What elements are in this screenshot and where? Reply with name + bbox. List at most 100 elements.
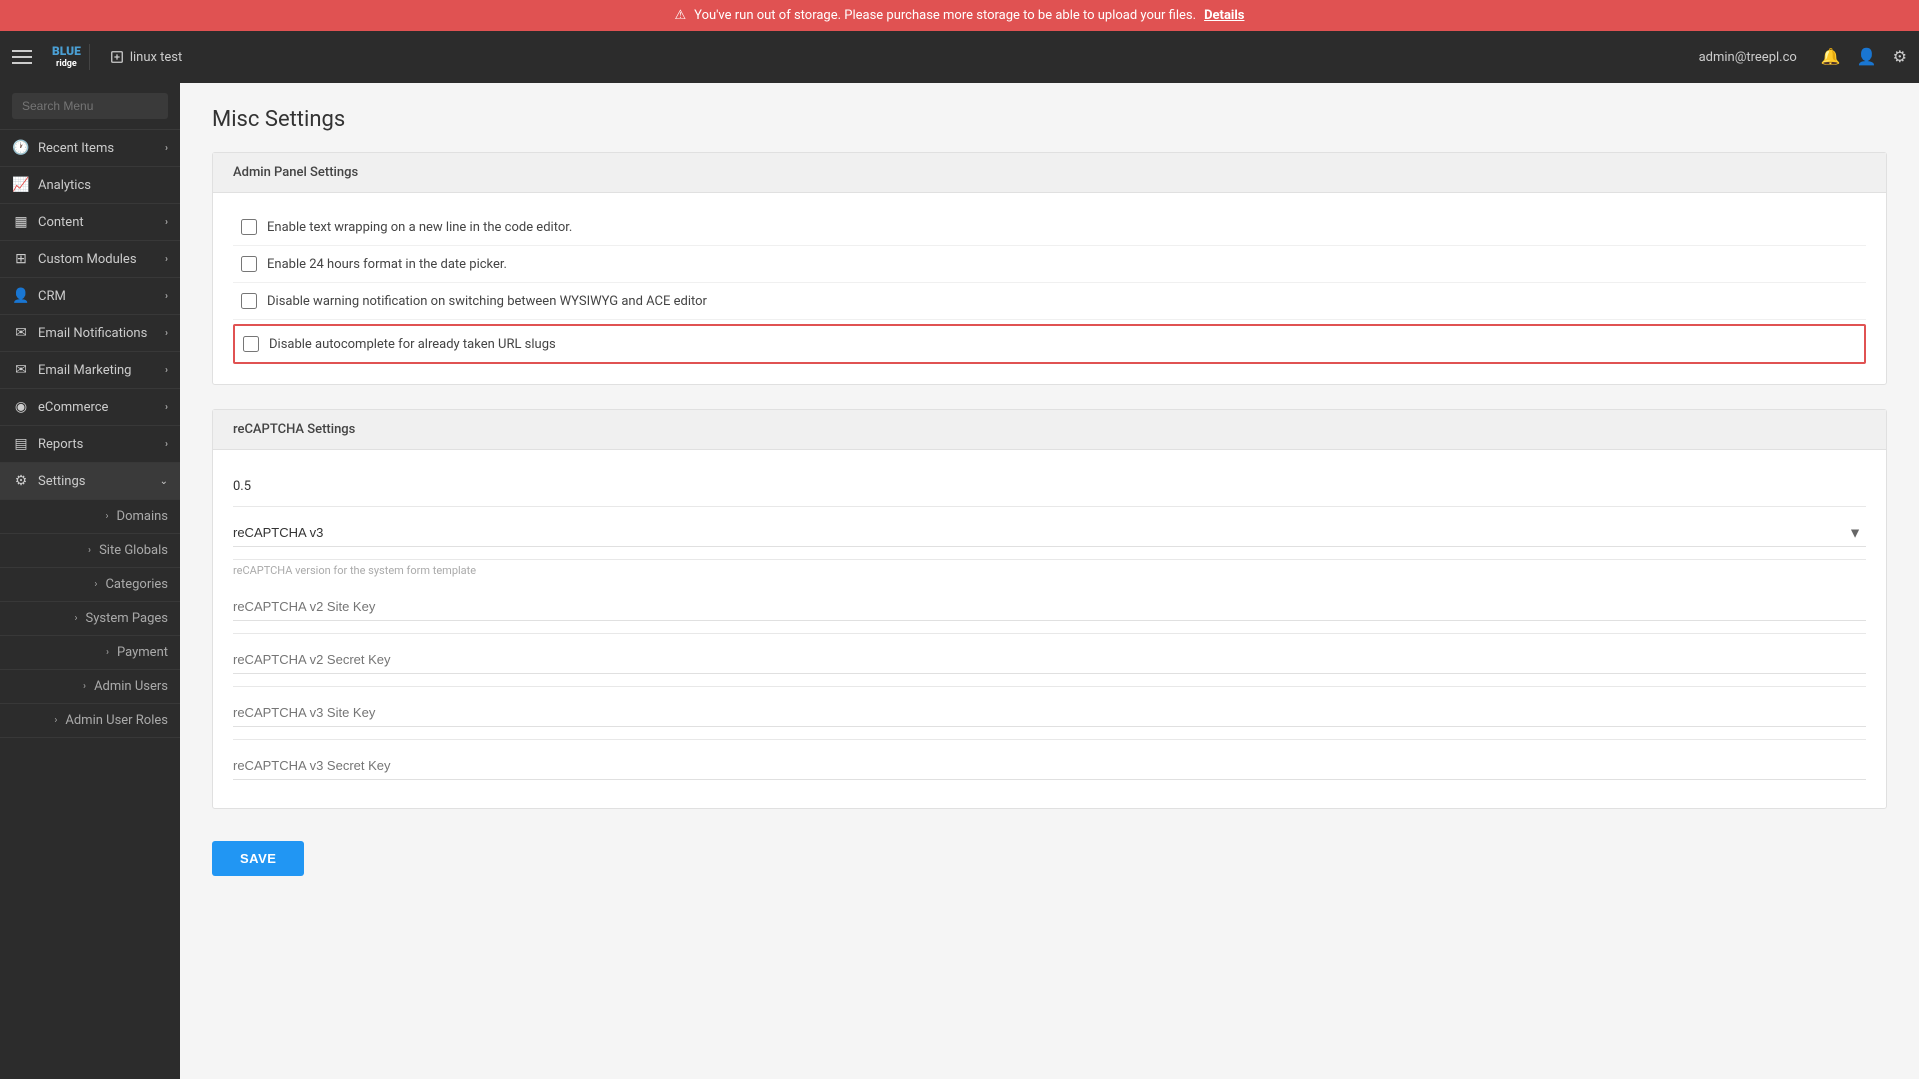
24h-format-label[interactable]: Enable 24 hours format in the date picke… [267,257,507,272]
sidebar-label-content: Content [38,215,84,230]
chevron-icon: › [165,217,168,228]
settings-icon: ⚙ [12,473,30,489]
sidebar-item-analytics[interactable]: 📈 Analytics [0,167,180,204]
sidebar-label-ecommerce: eCommerce [38,400,108,415]
chevron-right-icon: › [54,715,57,726]
settings-button[interactable]: ⚙ [1893,47,1907,67]
sidebar-item-reports[interactable]: ▤ Reports › [0,426,180,463]
sidebar-item-content[interactable]: ▦ Content › [0,204,180,241]
admin-email: admin@treepl.co [1699,50,1797,65]
chevron-icon: › [165,365,168,376]
recaptcha-v2-site-key-input[interactable] [233,593,1866,621]
email-marketing-icon: ✉ [12,362,30,378]
text-wrap-checkbox[interactable] [241,219,257,235]
sidebar-search-container [0,83,180,130]
sidebar-item-email-notifications[interactable]: ✉ Email Notifications › [0,315,180,352]
chevron-icon: › [165,439,168,450]
recaptcha-v2-secret-key-input[interactable] [233,646,1866,674]
sidebar-item-recent-items[interactable]: 🕐 Recent Items › [0,130,180,167]
chevron-icon: › [165,291,168,302]
sidebar-item-custom-modules[interactable]: ⊞ Custom Modules › [0,241,180,278]
sidebar-item-settings[interactable]: ⚙ Settings ⌄ [0,463,180,500]
sidebar-sub-item-system-pages[interactable]: › System Pages [0,602,180,636]
sidebar-label-reports: Reports [38,437,83,452]
chevron-down-icon: ⌄ [160,476,168,487]
sidebar-sub-label-admin-users: Admin Users [94,679,168,694]
sidebar-item-email-marketing[interactable]: ✉ Email Marketing › [0,352,180,389]
chevron-right-icon: › [106,647,109,658]
chevron-right-icon: › [83,681,86,692]
email-notifications-icon: ✉ [12,325,30,341]
disable-autocomplete-label[interactable]: Disable autocomplete for already taken U… [269,337,556,352]
notifications-button[interactable]: 🔔 [1821,47,1841,67]
sidebar-sub-item-admin-user-roles[interactable]: › Admin User Roles [0,704,180,738]
logo-ridge: ridge [56,59,77,70]
recaptcha-v3-site-key-input[interactable] [233,699,1866,727]
admin-panel-settings-body: Enable text wrapping on a new line in th… [213,193,1886,384]
recaptcha-v3-secret-key-field [233,740,1866,792]
sidebar-label-email-notifications: Email Notifications [38,326,147,341]
sidebar-sub-label-site-globals: Site Globals [99,543,168,558]
checkbox-text-wrap: Enable text wrapping on a new line in th… [233,209,1866,246]
sidebar-sub-item-site-globals[interactable]: › Site Globals [0,534,180,568]
page-title: Misc Settings [212,107,1887,132]
recaptcha-v3-site-key-field [233,687,1866,740]
admin-panel-settings-header: Admin Panel Settings [213,153,1886,193]
recaptcha-score-value: 0.5 [233,473,251,500]
chevron-right-icon: › [75,613,78,624]
alert-details-link[interactable]: Details [1204,8,1244,23]
recaptcha-settings-card: reCAPTCHA Settings 0.5 reCAPTCHA v2 reCA… [212,409,1887,809]
alert-bar: ⚠ You've run out of storage. Please purc… [0,0,1919,31]
disable-warning-checkbox[interactable] [241,293,257,309]
disable-autocomplete-checkbox[interactable] [243,336,259,352]
recaptcha-score-field: 0.5 [233,466,1866,507]
disable-warning-label[interactable]: Disable warning notification on switchin… [267,294,707,309]
sidebar-sub-label-domains: Domains [117,509,168,524]
site-name: linux test [130,50,182,65]
right-icons: admin@treepl.co 🔔 👤 ⚙ [1699,47,1907,67]
sidebar-item-ecommerce[interactable]: ◉ eCommerce › [0,389,180,426]
analytics-icon: 📈 [12,177,30,193]
chevron-right-icon: › [94,579,97,590]
logo: BLUE ridge [44,44,90,69]
site-link[interactable]: linux test [110,50,182,65]
ecommerce-icon: ◉ [12,399,30,415]
sidebar-sub-item-admin-users[interactable]: › Admin Users [0,670,180,704]
text-wrap-label[interactable]: Enable text wrapping on a new line in th… [267,220,572,235]
reports-icon: ▤ [12,436,30,452]
sidebar-label-settings: Settings [38,474,85,489]
recaptcha-v2-site-key-field [233,581,1866,634]
recaptcha-version-hint: reCAPTCHA version for the system form te… [233,560,1866,581]
sidebar-label-crm: CRM [38,289,66,304]
chevron-right-icon: › [88,545,91,556]
recaptcha-v2-secret-key-field [233,634,1866,687]
sidebar-sub-label-admin-user-roles: Admin User Roles [65,713,168,728]
hamburger-menu[interactable] [12,50,32,64]
sidebar-sub-item-domains[interactable]: › Domains [0,500,180,534]
checkbox-24h-format: Enable 24 hours format in the date picke… [233,246,1866,283]
alert-icon: ⚠ [675,8,687,23]
sidebar-label-analytics: Analytics [38,178,91,193]
search-input[interactable] [12,93,168,119]
sidebar-item-crm[interactable]: 👤 CRM › [0,278,180,315]
chevron-icon: › [165,254,168,265]
sidebar: 🕐 Recent Items › 📈 Analytics ▦ Content ›… [0,83,180,1079]
chevron-icon: › [165,328,168,339]
chevron-icon: › [165,402,168,413]
recaptcha-v3-secret-key-input[interactable] [233,752,1866,780]
24h-format-checkbox[interactable] [241,256,257,272]
sidebar-sub-item-payment[interactable]: › Payment [0,636,180,670]
main-layout: 🕐 Recent Items › 📈 Analytics ▦ Content ›… [0,83,1919,1079]
crm-icon: 👤 [12,288,30,304]
profile-button[interactable]: 👤 [1857,47,1877,67]
logo-blue: BLUE [52,44,81,58]
recent-items-icon: 🕐 [12,140,30,156]
checkbox-disable-autocomplete: Disable autocomplete for already taken U… [233,324,1866,364]
custom-modules-icon: ⊞ [12,251,30,267]
recaptcha-settings-header: reCAPTCHA Settings [213,410,1886,450]
content-icon: ▦ [12,214,30,230]
recaptcha-version-select[interactable]: reCAPTCHA v2 reCAPTCHA v3 [233,519,1866,547]
save-button[interactable]: SAVE [212,841,304,876]
sidebar-sub-item-categories[interactable]: › Categories [0,568,180,602]
content-area: Misc Settings Admin Panel Settings Enabl… [180,83,1919,1079]
